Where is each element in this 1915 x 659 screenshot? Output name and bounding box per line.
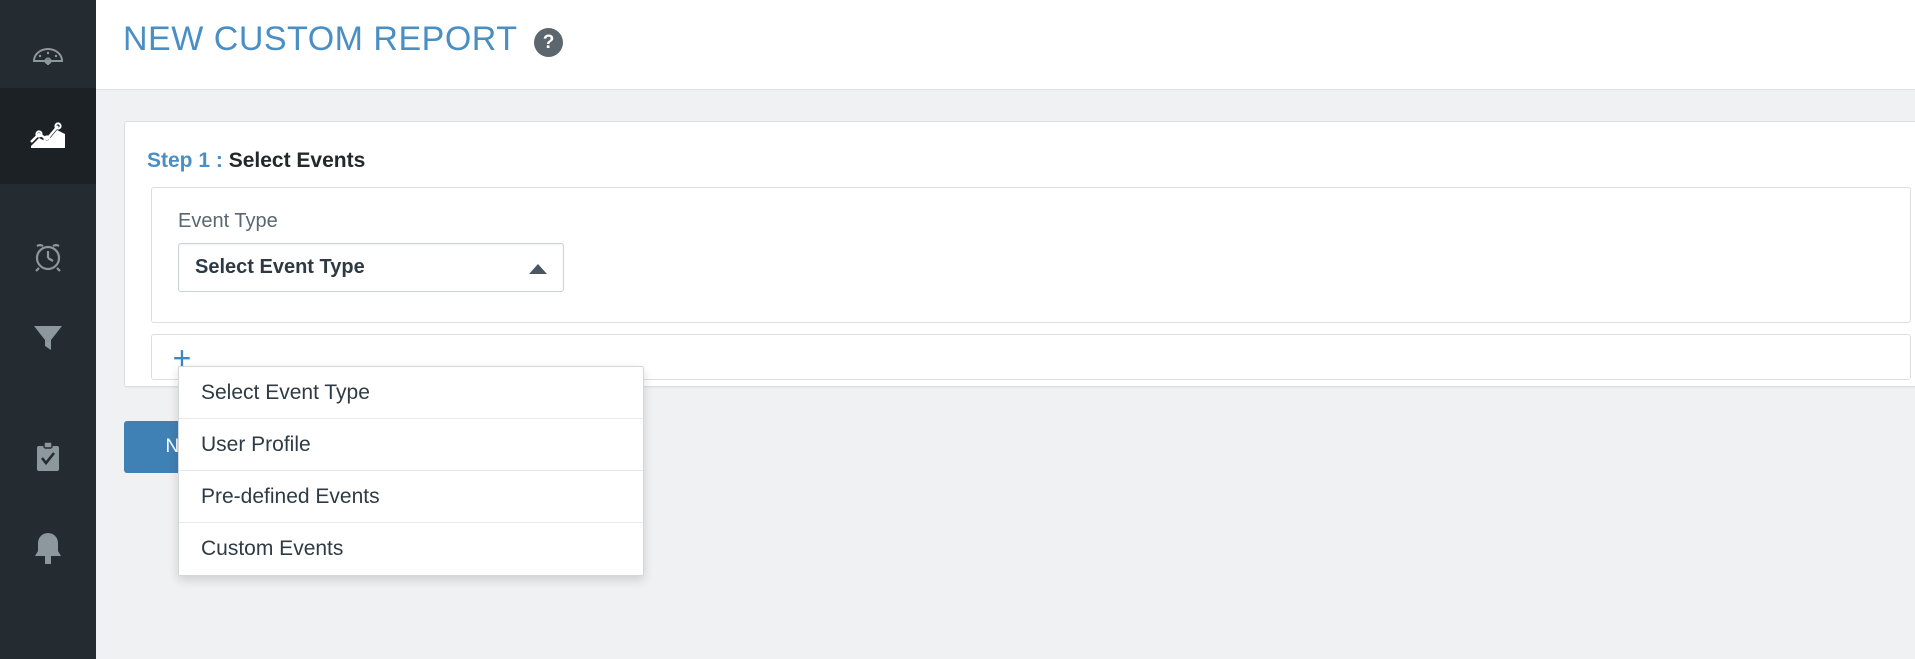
sidebar-item-notifications[interactable] [0,500,96,596]
app-root: NEW CUSTOM REPORT ? Step 1 : Select Even… [0,0,1915,659]
bell-icon [28,525,68,571]
event-type-select[interactable]: Select Event Type [178,243,564,292]
page-header: NEW CUSTOM REPORT ? [96,0,1915,90]
sidebar-item-analytics[interactable] [0,88,96,184]
dropdown-option-select-event-type[interactable]: Select Event Type [179,367,643,419]
page-title: NEW CUSTOM REPORT [123,20,518,58]
event-type-group: Event Type Select Event Type [151,187,1911,323]
sidebar-item-funnels[interactable] [0,288,96,384]
sidebar-item-tasks[interactable] [0,408,96,504]
step-label: Step 1 : [147,149,223,172]
dropdown-option-user-profile[interactable]: User Profile [179,419,643,471]
event-type-label: Event Type [178,210,278,232]
dropdown-option-pre-defined-events[interactable]: Pre-defined Events [179,471,643,523]
event-type-select-value: Select Event Type [195,256,365,278]
step-1-card: Step 1 : Select Events Event Type Select… [124,121,1915,387]
step-title: Select Events [228,149,366,172]
event-type-dropdown[interactable]: Select Event Type User Profile Pre-defin… [178,366,644,576]
help-icon[interactable]: ? [534,28,563,57]
dropdown-option-custom-events[interactable]: Custom Events [179,523,643,575]
speedometer-icon [28,36,68,76]
funnel-icon [28,316,68,356]
sidebar [0,0,96,659]
clipboard-check-icon [28,436,68,476]
chevron-up-icon [529,264,547,274]
alarm-clock-icon [28,236,68,276]
line-chart-icon [27,116,69,156]
step-heading: Step 1 : Select Events [147,149,365,173]
